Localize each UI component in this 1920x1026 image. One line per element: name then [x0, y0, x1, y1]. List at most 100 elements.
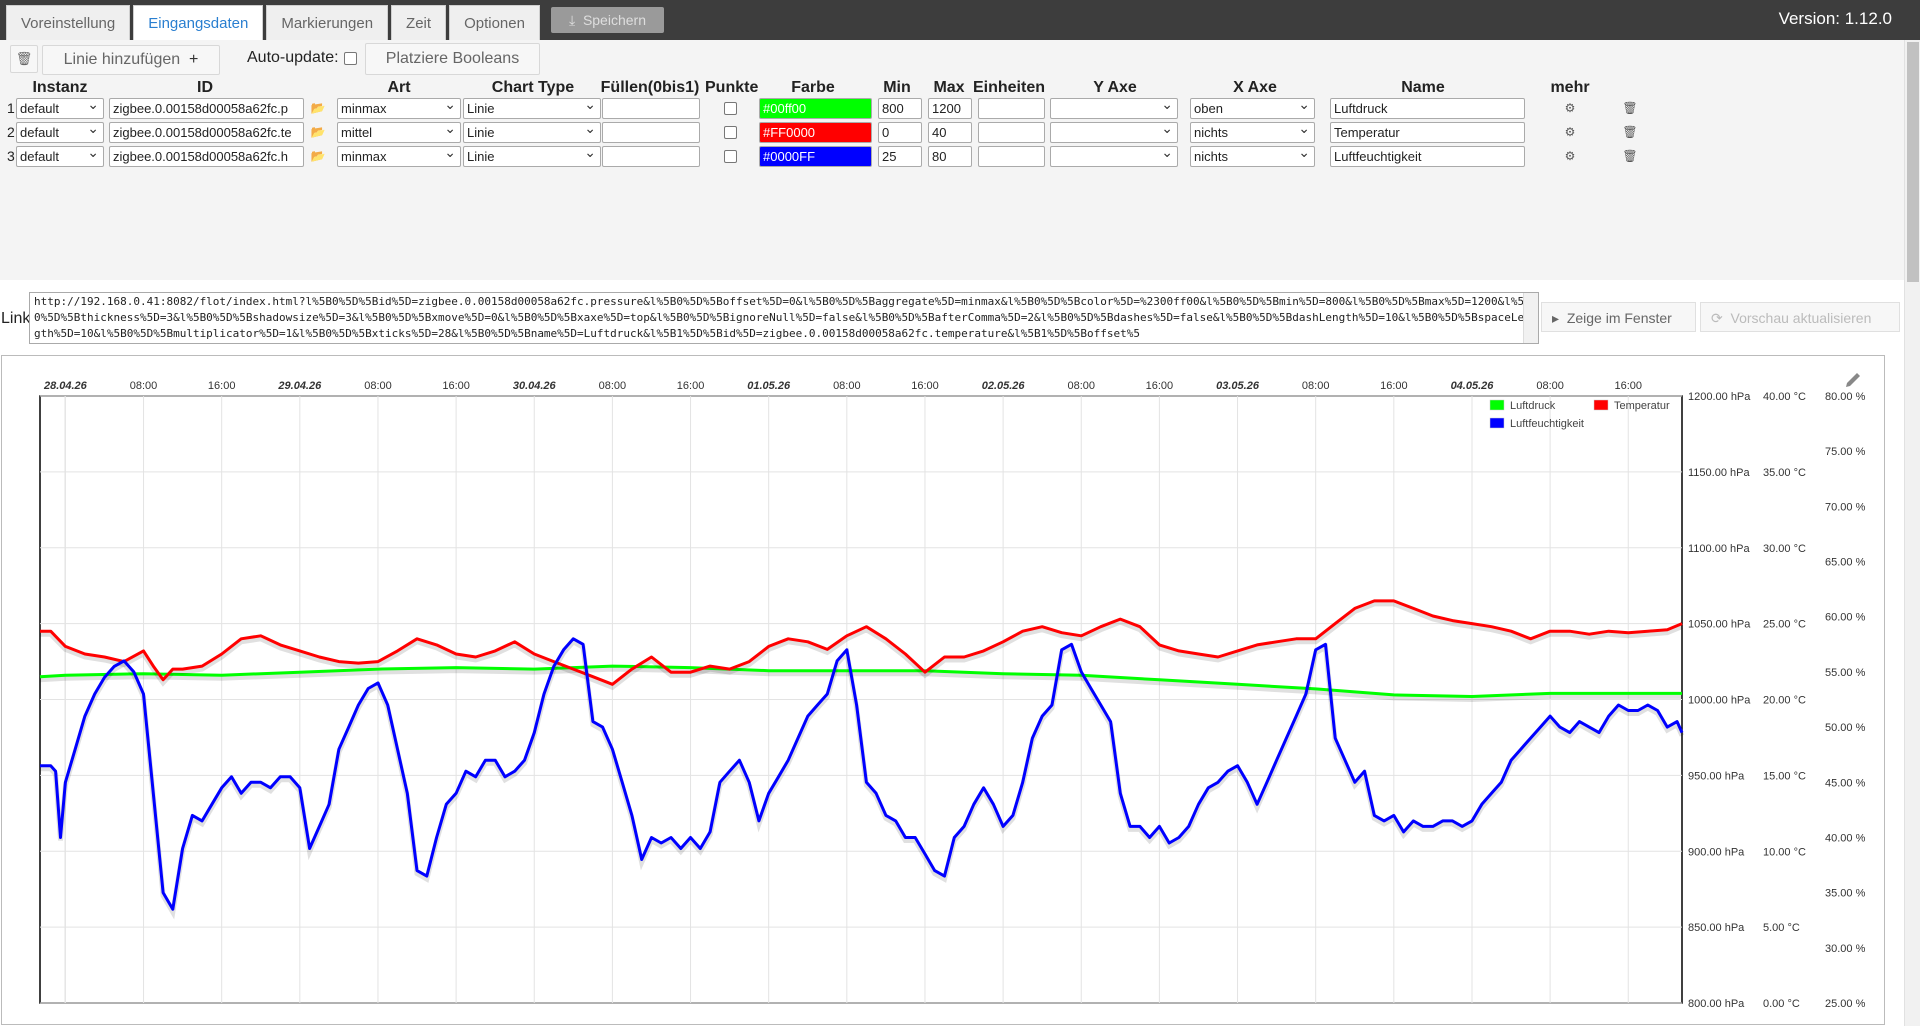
art-select[interactable]: minmax: [337, 146, 461, 167]
x-axe-select[interactable]: nichts: [1190, 122, 1315, 143]
color-input[interactable]: #00ff00: [759, 98, 872, 119]
pencil-icon[interactable]: [1846, 373, 1860, 387]
x-tick-label: 29.04.26: [277, 380, 322, 392]
fill-input[interactable]: [602, 122, 700, 143]
chart-type-select[interactable]: Linie: [463, 98, 601, 119]
tab-eingangsdaten[interactable]: Eingangsdaten: [133, 5, 264, 40]
gear-icon[interactable]: ⚙: [1562, 125, 1578, 139]
scrollbar-thumb[interactable]: [1907, 42, 1919, 282]
col-header-art: Art: [387, 79, 411, 96]
y-tick-label: 5.00 °C: [1763, 922, 1800, 934]
max-input[interactable]: 80: [928, 146, 972, 167]
col-header-name: Name: [1401, 79, 1445, 96]
x-tick-label: 08:00: [833, 380, 861, 392]
trash-icon[interactable]: 🗑: [1622, 149, 1638, 163]
y-tick-label: 65.00 %: [1825, 557, 1866, 569]
add-line-label: Linie hinzufügen: [63, 51, 181, 68]
max-input[interactable]: 1200: [928, 98, 972, 119]
x-tick-label: 08:00: [130, 380, 158, 392]
page-scrollbar[interactable]: [1904, 40, 1920, 1026]
col-header-id: ID: [197, 79, 213, 96]
chart-type-select[interactable]: Linie: [463, 146, 601, 167]
instanz-select[interactable]: default: [16, 122, 104, 143]
points-checkbox[interactable]: [724, 102, 737, 115]
y-tick-label: 850.00 hPa: [1688, 922, 1745, 934]
place-booleans-button[interactable]: Platziere Booleans: [365, 43, 540, 75]
chart-legend: Luftdruck Temperatur Luftfeuchtigkeit: [1489, 399, 1670, 430]
instanz-select[interactable]: default: [16, 98, 104, 119]
x-tick-label: 01.05.26: [747, 380, 791, 392]
art-select[interactable]: minmax: [337, 98, 461, 119]
units-input[interactable]: [978, 122, 1045, 143]
tab-markierungen[interactable]: Markierungen: [266, 5, 389, 40]
y-tick-label: 1200.00 hPa: [1688, 391, 1751, 403]
id-input[interactable]: zigbee.0.00158d00058a62fc.p: [109, 98, 304, 119]
gear-icon[interactable]: ⚙: [1562, 101, 1578, 115]
y-tick-label: 45.00 %: [1825, 777, 1866, 789]
color-input[interactable]: #FF0000: [759, 122, 872, 143]
y-tick-label: 1150.00 hPa: [1688, 467, 1750, 479]
y-tick-label: 25.00 %: [1825, 998, 1866, 1010]
art-select[interactable]: mittel: [337, 122, 461, 143]
points-checkbox[interactable]: [724, 150, 737, 163]
col-header-x-axe: X Axe: [1233, 79, 1277, 96]
color-input[interactable]: #0000FF: [759, 146, 872, 167]
x-axe-select[interactable]: nichts: [1190, 146, 1315, 167]
y-tick-label: 800.00 hPa: [1688, 998, 1745, 1010]
id-input[interactable]: zigbee.0.00158d00058a62fc.h: [109, 146, 304, 167]
delete-all-button[interactable]: 🗑: [10, 45, 38, 73]
link-textarea[interactable]: http://192.168.0.41:8082/flot/index.html…: [29, 292, 1539, 344]
min-input[interactable]: 25: [878, 146, 922, 167]
series-layer: [39, 599, 1685, 920]
units-input[interactable]: [978, 146, 1045, 167]
y-tick-label: 75.00 %: [1825, 446, 1866, 458]
refresh-icon: ⟳: [1711, 310, 1723, 326]
y-axe-select[interactable]: [1050, 98, 1178, 119]
folder-icon[interactable]: 📂: [310, 149, 326, 163]
show-in-window-button[interactable]: ▸ Zeige im Fenster: [1541, 302, 1696, 332]
folder-icon[interactable]: 📂: [310, 101, 326, 115]
link-scrollbar[interactable]: [1523, 293, 1538, 343]
col-header-instanz: Instanz: [32, 79, 88, 96]
name-input[interactable]: Luftfeuchtigkeit: [1330, 146, 1525, 167]
instanz-select[interactable]: default: [16, 146, 104, 167]
tab-optionen[interactable]: Optionen: [449, 5, 540, 40]
x-axe-select[interactable]: oben: [1190, 98, 1315, 119]
y-axe-select[interactable]: [1050, 146, 1178, 167]
col-header-punkte: Punkte: [705, 79, 759, 96]
trash-icon[interactable]: 🗑: [1622, 101, 1638, 115]
name-input[interactable]: Luftdruck: [1330, 98, 1525, 119]
min-input[interactable]: 800: [878, 98, 922, 119]
tab-bar: Voreinstellung Eingangsdaten Markierunge…: [6, 5, 664, 40]
gear-icon[interactable]: ⚙: [1562, 149, 1578, 163]
tab-zeit[interactable]: Zeit: [391, 5, 447, 40]
min-input[interactable]: 0: [878, 122, 922, 143]
fill-input[interactable]: [602, 146, 700, 167]
chart-type-select[interactable]: Linie: [463, 122, 601, 143]
autoupdate-checkbox[interactable]: [344, 52, 357, 65]
units-input[interactable]: [978, 98, 1045, 119]
trash-icon[interactable]: 🗑: [1622, 125, 1638, 139]
id-input[interactable]: zigbee.0.00158d00058a62fc.te: [109, 122, 304, 143]
show-in-window-label: Zeige im Fenster: [1566, 310, 1672, 326]
tab-voreinstellung[interactable]: Voreinstellung: [6, 5, 131, 40]
x-tick-label: 08:00: [1068, 380, 1096, 392]
save-button[interactable]: ⤓ Speichern: [550, 7, 664, 33]
x-tick-label: 16:00: [1380, 380, 1408, 392]
name-input[interactable]: Temperatur: [1330, 122, 1525, 143]
legend-label: Luftdruck: [1510, 400, 1556, 412]
points-checkbox[interactable]: [724, 126, 737, 139]
add-line-button[interactable]: Linie hinzufügen +: [42, 45, 220, 75]
refresh-preview-button[interactable]: ⟳ Vorschau aktualisieren: [1700, 302, 1900, 332]
max-input[interactable]: 40: [928, 122, 972, 143]
y-tick-label: 15.00 °C: [1763, 770, 1806, 782]
save-icon: ⤓: [568, 12, 576, 28]
col-header-fuellen: Füllen(0bis1): [600, 79, 700, 96]
y-tick-label: 1100.00 hPa: [1688, 543, 1750, 555]
folder-icon[interactable]: 📂: [310, 125, 326, 139]
y-axe-select[interactable]: [1050, 122, 1178, 143]
x-tick-label: 16:00: [1615, 380, 1643, 392]
row-number: 2: [7, 124, 15, 140]
fill-input[interactable]: [602, 98, 700, 119]
autoupdate-label: Auto-update:: [247, 49, 339, 66]
